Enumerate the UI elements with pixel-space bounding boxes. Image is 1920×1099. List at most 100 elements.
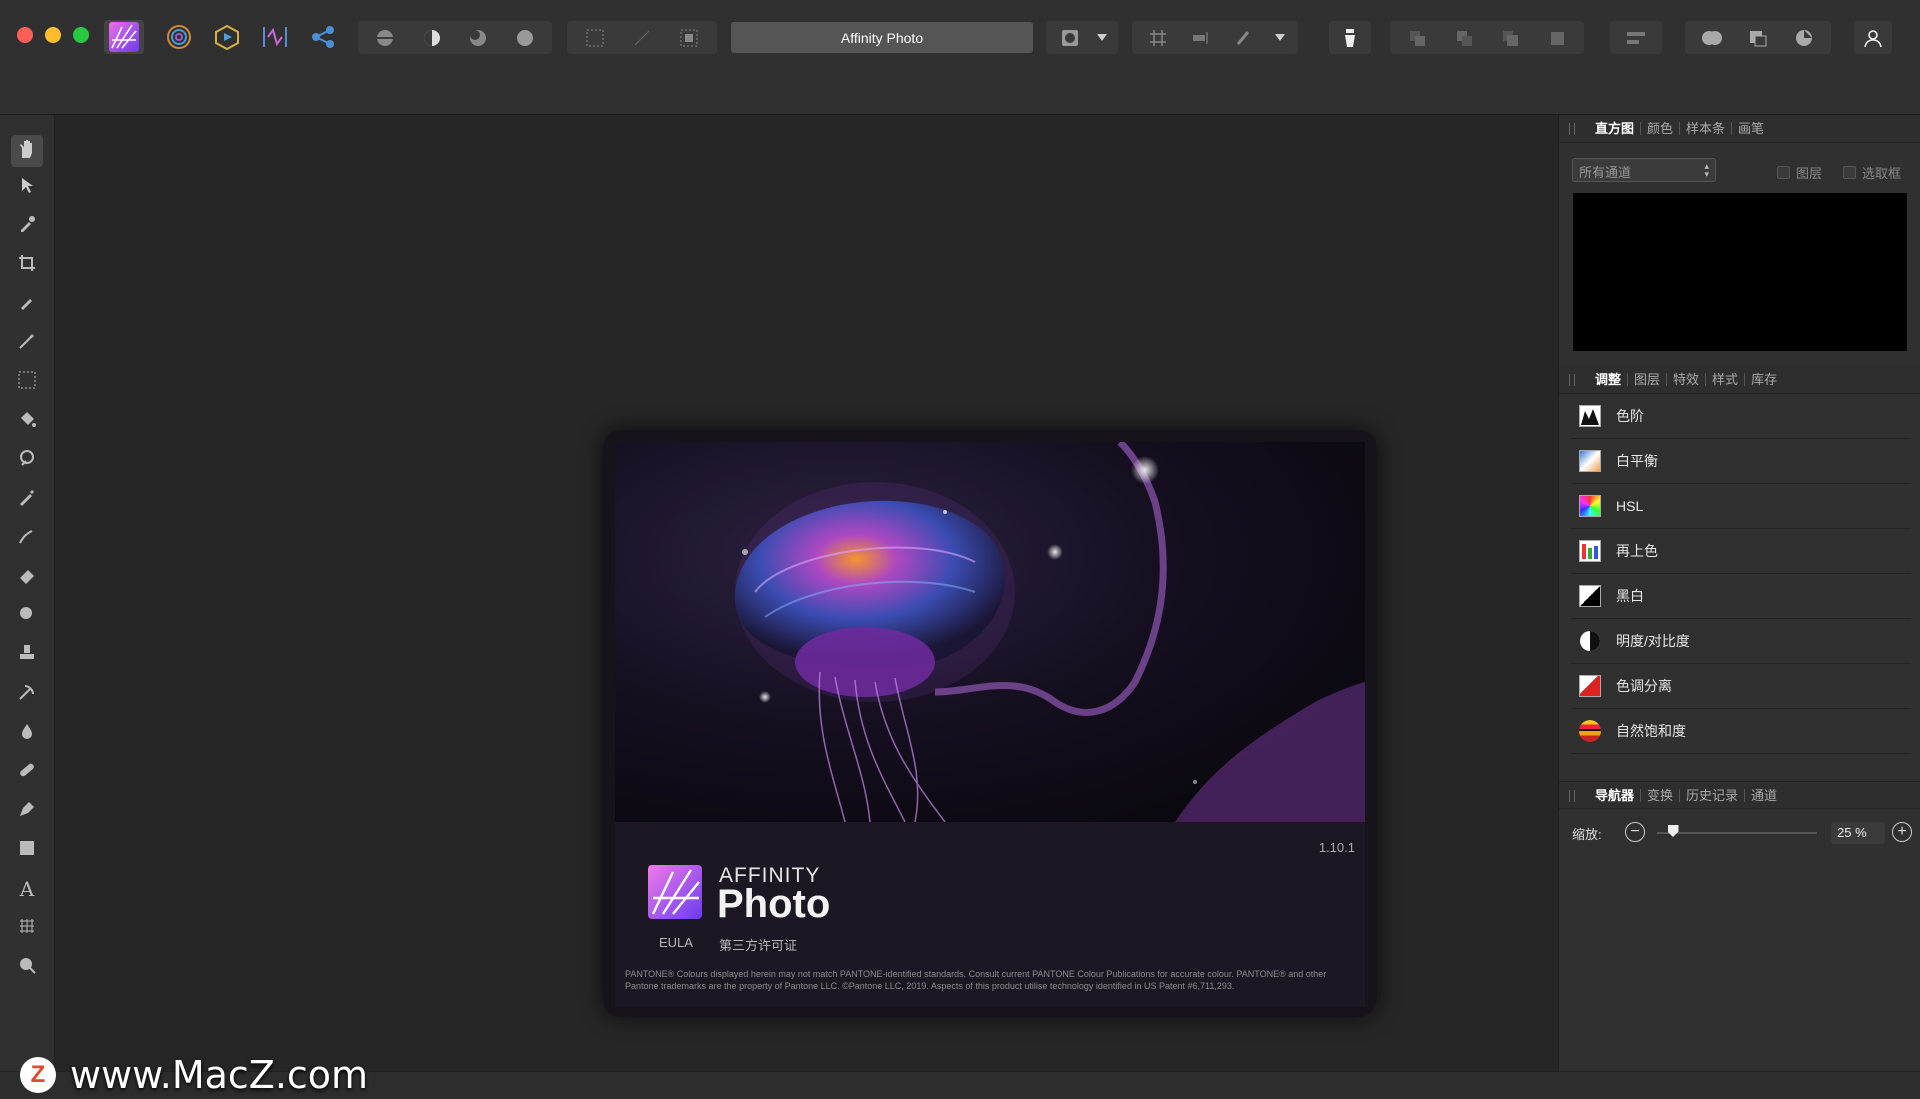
adjustment-brightness-contrast[interactable]: 明度/对比度 [1571, 619, 1911, 664]
user-account-icon[interactable] [1859, 26, 1887, 50]
export-persona-button[interactable] [306, 20, 340, 54]
adjustment-levels[interactable]: 色阶 [1571, 394, 1911, 439]
auto-levels-icon[interactable] [371, 26, 399, 50]
invert-selection-icon[interactable] [675, 26, 703, 50]
zoom-value-field[interactable]: 25 % [1831, 822, 1885, 844]
eula-link[interactable]: EULA [659, 935, 693, 950]
tab-stock[interactable]: 库存 [1745, 373, 1783, 386]
mesh-icon [17, 916, 37, 941]
blur-brush-tool[interactable] [11, 600, 43, 632]
selection-brush-tool[interactable] [11, 288, 43, 320]
view-tool[interactable] [11, 135, 43, 167]
maximize-window-button[interactable] [73, 27, 89, 43]
move-tool[interactable] [11, 171, 43, 203]
crop-tool[interactable] [11, 249, 43, 281]
minimize-window-button[interactable] [45, 27, 61, 43]
histogram-panel-tabs: 直方图 颜色 样本条 画笔 [1559, 115, 1920, 143]
pen-tool[interactable] [11, 795, 43, 827]
flood-fill-tool[interactable] [11, 405, 43, 437]
adjustment-label: 再上色 [1616, 543, 1658, 559]
auto-contrast-icon[interactable] [418, 26, 446, 50]
adjustment-white-balance[interactable]: 白平衡 [1571, 439, 1911, 484]
splash-dialog[interactable]: 1.10.1 AFFINITY Photo EULA 第三方许可证 PANTON… [603, 430, 1377, 1017]
snapping-grid-icon[interactable] [1144, 26, 1172, 50]
select-all-icon[interactable] [581, 26, 609, 50]
move-to-back-icon[interactable] [1403, 26, 1431, 50]
color-picker-tool[interactable] [11, 210, 43, 242]
deselect-icon[interactable] [628, 26, 656, 50]
drag-handle-icon[interactable] [1569, 123, 1575, 135]
tab-swatches[interactable]: 样本条 [1680, 122, 1733, 135]
adjustment-recolor[interactable]: 再上色 [1571, 529, 1911, 574]
zoom-tool[interactable] [11, 951, 43, 983]
auto-white-balance-icon[interactable] [511, 26, 539, 50]
photo-persona-button[interactable] [104, 20, 144, 54]
auto-colors-icon[interactable] [464, 26, 492, 50]
intersect-shapes-icon[interactable] [1790, 26, 1818, 50]
add-shapes-icon[interactable] [1698, 26, 1726, 50]
chevron-down-icon[interactable] [1273, 26, 1287, 50]
snapping-magnet-icon[interactable] [1230, 26, 1258, 50]
splash-info-area: 1.10.1 AFFINITY Photo EULA 第三方许可证 PANTON… [615, 822, 1365, 1007]
tone-mapping-persona-icon [261, 24, 289, 50]
drag-handle-icon[interactable] [1569, 790, 1575, 802]
layer-checkbox[interactable]: 图层 [1777, 163, 1822, 182]
erase-brush-tool[interactable] [11, 561, 43, 593]
dodge-tool[interactable] [11, 444, 43, 476]
artistic-text-tool[interactable]: A [11, 873, 43, 905]
zoom-out-button[interactable]: − [1625, 822, 1645, 842]
selection-checkbox[interactable]: 选取框 [1843, 163, 1901, 182]
channel-select[interactable]: 所有通道 ▴ ▾ [1572, 158, 1716, 182]
alignment-icon[interactable] [1622, 26, 1650, 50]
histogram-display [1573, 193, 1907, 351]
inpainting-brush-tool[interactable] [11, 678, 43, 710]
mixer-brush-tool[interactable] [11, 522, 43, 554]
paint-brush-icon [17, 487, 37, 512]
selection-brush-icon [18, 293, 36, 316]
paint-brush-tool[interactable] [11, 483, 43, 515]
adjustment-label: HSL [1616, 498, 1644, 514]
adjustment-hsl[interactable]: HSL [1571, 484, 1911, 529]
develop-persona-button[interactable] [210, 20, 244, 54]
canvas-area[interactable]: 1.10.1 AFFINITY Photo EULA 第三方许可证 PANTON… [55, 115, 1558, 1071]
clone-brush-tool[interactable] [11, 639, 43, 671]
tab-history[interactable]: 历史记录 [1680, 788, 1746, 802]
zoom-slider-track[interactable] [1657, 832, 1817, 834]
white-balance-icon [1579, 450, 1601, 472]
quick-mask-icon[interactable] [1056, 26, 1084, 50]
develop-persona-icon [214, 24, 240, 50]
tab-histogram[interactable]: 直方图 [1589, 122, 1642, 135]
adjustment-posterize[interactable]: 色调分离 [1571, 664, 1911, 709]
drag-handle-icon[interactable] [1569, 374, 1575, 386]
mesh-warp-tool[interactable] [11, 912, 43, 944]
move-forward-one-icon[interactable] [1496, 26, 1524, 50]
tab-navigator[interactable]: 导航器 [1589, 788, 1642, 802]
marquee-tool[interactable] [11, 366, 43, 398]
tab-effects[interactable]: 特效 [1667, 373, 1707, 386]
assistant-icon[interactable] [1336, 26, 1364, 50]
adjustment-vibrance[interactable]: 自然饱和度 [1571, 709, 1911, 754]
rectangle-tool[interactable] [11, 834, 43, 866]
move-to-front-icon[interactable] [1543, 26, 1571, 50]
zoom-slider-thumb[interactable] [1667, 825, 1679, 837]
healing-brush-tool[interactable] [11, 756, 43, 788]
tab-styles[interactable]: 样式 [1706, 373, 1746, 386]
subtract-shapes-icon[interactable] [1744, 26, 1772, 50]
tab-layers[interactable]: 图层 [1628, 373, 1668, 386]
zoom-in-button[interactable]: + [1892, 822, 1912, 842]
tab-color[interactable]: 颜色 [1641, 122, 1681, 135]
adjustment-black-white[interactable]: 黑白 [1571, 574, 1911, 619]
tab-transform[interactable]: 变换 [1641, 788, 1681, 802]
tab-channels[interactable]: 通道 [1745, 789, 1783, 802]
liquify-persona-button[interactable] [162, 20, 196, 54]
move-back-one-icon[interactable] [1450, 26, 1478, 50]
tab-brushes[interactable]: 画笔 [1732, 122, 1770, 135]
tab-adjustments[interactable]: 调整 [1589, 373, 1629, 386]
tone-mapping-persona-button[interactable] [258, 20, 292, 54]
chevron-down-icon[interactable] [1095, 26, 1109, 50]
close-window-button[interactable] [17, 27, 33, 43]
third-party-licenses-link[interactable]: 第三方许可证 [719, 935, 797, 954]
flood-select-tool[interactable] [11, 327, 43, 359]
red-eye-tool[interactable] [11, 717, 43, 749]
align-icon[interactable] [1187, 26, 1215, 50]
